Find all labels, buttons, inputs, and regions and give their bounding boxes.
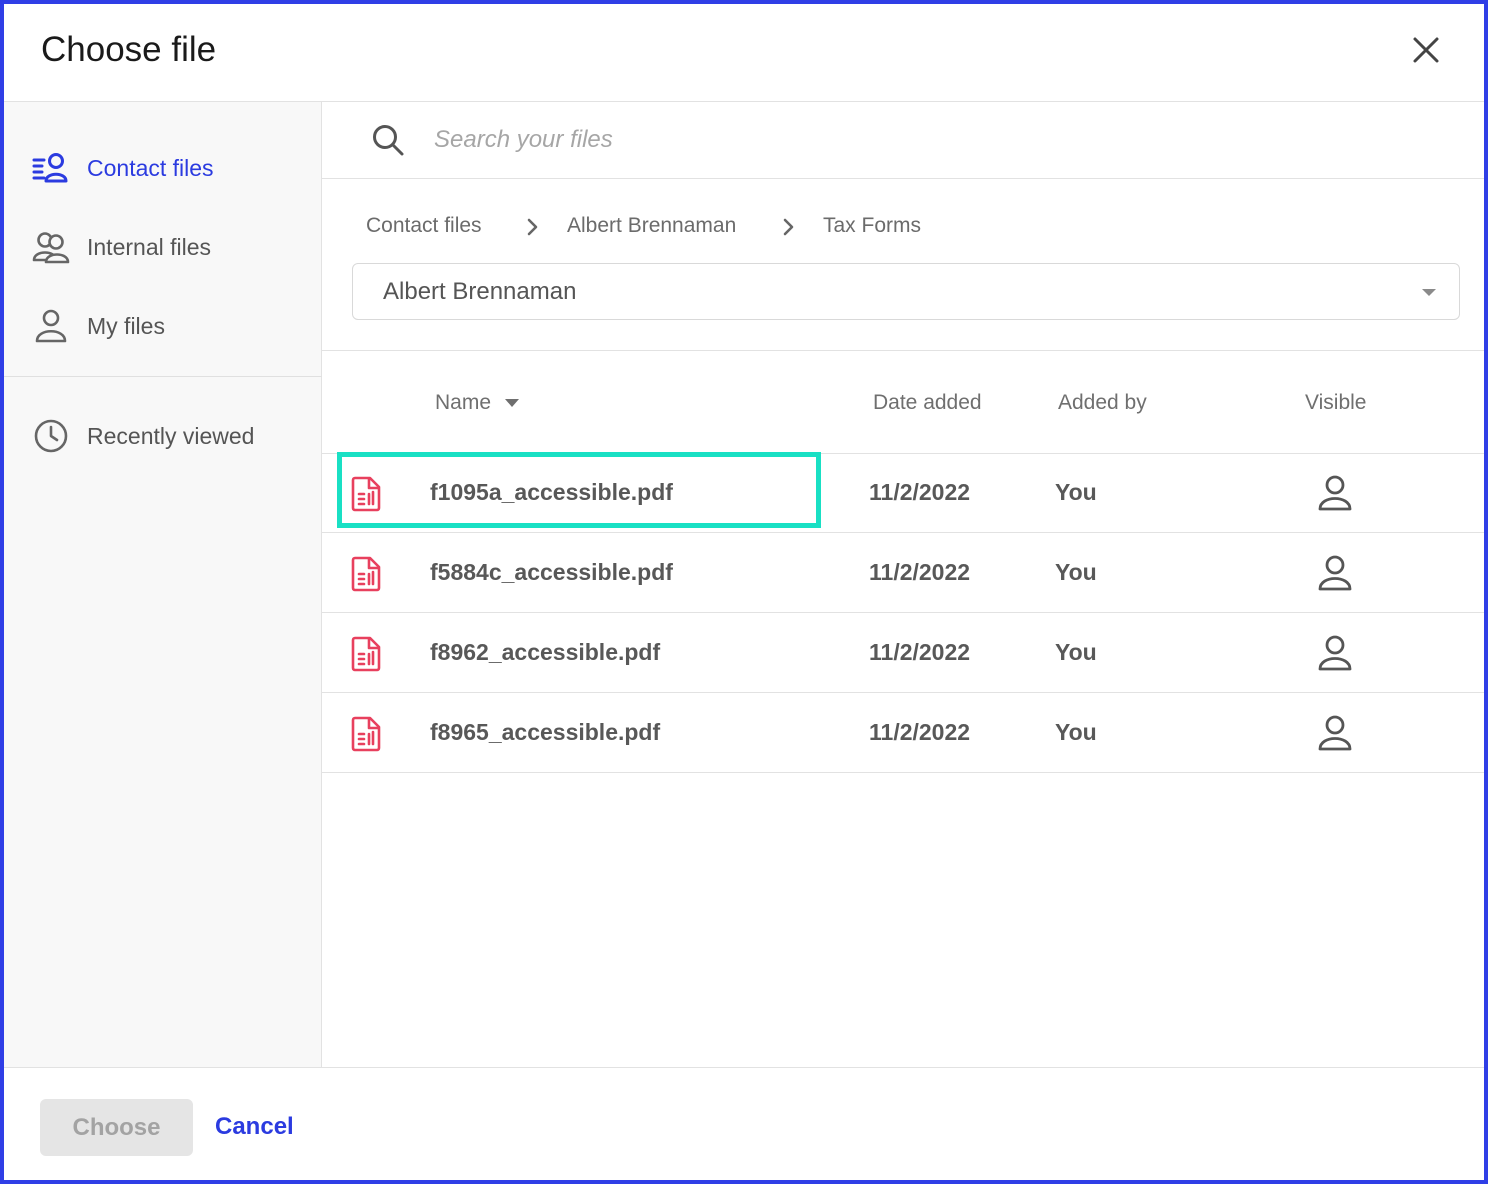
search-bar xyxy=(322,102,1484,179)
file-added-by: You xyxy=(1055,559,1097,585)
sidebar-item-label: Recently viewed xyxy=(87,422,255,449)
file-date: 11/2/2022 xyxy=(869,639,971,665)
chevron-right-icon xyxy=(527,218,538,236)
breadcrumb-item[interactable]: Contact files xyxy=(366,214,482,238)
sidebar-item-label: My files xyxy=(87,312,165,339)
search-icon xyxy=(373,125,404,156)
users-icon xyxy=(32,232,70,264)
cancel-button[interactable]: Cancel xyxy=(215,1113,294,1141)
file-added-by: You xyxy=(1055,719,1097,745)
sidebar-item-label: Internal files xyxy=(87,233,212,260)
sidebar-item-internal-files[interactable]: Internal files xyxy=(4,219,322,275)
column-header-name[interactable]: Name xyxy=(435,391,520,415)
user-icon xyxy=(1318,555,1352,591)
contact-select-value: Albert Brennaman xyxy=(383,278,577,305)
file-browser: Contact files Albert Brennaman Tax Forms… xyxy=(322,102,1484,1067)
contact-files-icon xyxy=(32,153,68,183)
sidebar-divider xyxy=(4,376,322,377)
file-date: 11/2/2022 xyxy=(869,559,971,585)
column-header-date-added[interactable]: Date added xyxy=(873,391,982,415)
choose-file-dialog: Choose file Contact files Internal files xyxy=(0,0,1488,1184)
dialog-header: Choose file xyxy=(4,4,1484,102)
table-row[interactable]: f5884c_accessible.pdf 11/2/2022 You xyxy=(322,534,1484,613)
user-icon xyxy=(1318,475,1352,511)
pdf-file-icon xyxy=(351,636,381,672)
user-icon xyxy=(1318,635,1352,671)
file-date: 11/2/2022 xyxy=(869,719,971,745)
file-added-by: You xyxy=(1055,479,1097,505)
choose-button[interactable]: Choose xyxy=(40,1099,193,1156)
caret-down-icon xyxy=(1422,289,1436,296)
sidebar-item-my-files[interactable]: My files xyxy=(4,298,322,354)
user-icon xyxy=(35,309,67,343)
column-header-added-by[interactable]: Added by xyxy=(1058,391,1147,415)
divider xyxy=(322,350,1484,351)
file-date: 11/2/2022 xyxy=(869,479,971,505)
close-icon xyxy=(1413,37,1439,63)
file-name: f1095a_accessible.pdf xyxy=(430,479,673,505)
column-header-visible: Visible xyxy=(1305,391,1367,414)
pdf-file-icon xyxy=(351,716,381,752)
table-row[interactable]: f8965_accessible.pdf 11/2/2022 You xyxy=(322,694,1484,773)
breadcrumb-item-current: Tax Forms xyxy=(823,214,922,237)
file-name: f8962_accessible.pdf xyxy=(430,639,661,665)
file-name: f8965_accessible.pdf xyxy=(430,719,661,745)
sidebar-item-contact-files[interactable]: Contact files xyxy=(4,140,322,196)
dialog-footer: Choose Cancel xyxy=(4,1067,1484,1180)
pdf-file-icon xyxy=(351,556,381,592)
sidebar-item-label: Contact files xyxy=(87,154,214,181)
contact-select[interactable]: Albert Brennaman xyxy=(352,263,1460,320)
sidebar: Contact files Internal files My files Re… xyxy=(4,102,322,1067)
dialog-title: Choose file xyxy=(41,30,217,69)
file-added-by: You xyxy=(1055,639,1097,665)
file-name: f5884c_accessible.pdf xyxy=(430,559,673,585)
breadcrumb-item[interactable]: Albert Brennaman xyxy=(567,214,736,238)
clock-icon xyxy=(34,419,68,453)
chevron-right-icon xyxy=(783,218,794,236)
sidebar-item-recently-viewed[interactable]: Recently viewed xyxy=(4,408,322,464)
pdf-file-icon xyxy=(351,476,381,512)
close-button[interactable] xyxy=(1408,32,1444,68)
column-header-label: Name xyxy=(435,391,492,414)
table-row[interactable]: f8962_accessible.pdf 11/2/2022 You xyxy=(322,614,1484,693)
sort-down-icon xyxy=(505,399,520,408)
user-icon xyxy=(1318,715,1352,751)
search-input[interactable] xyxy=(434,120,1334,160)
table-row[interactable]: f1095a_accessible.pdf 11/2/2022 You xyxy=(322,454,1484,533)
